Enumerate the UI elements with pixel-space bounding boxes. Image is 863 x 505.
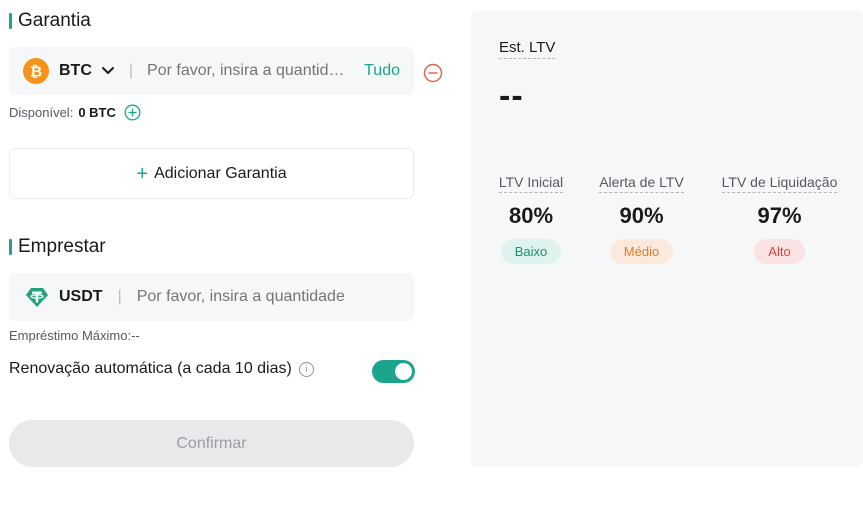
borrow-amount-input[interactable]: [136, 288, 400, 306]
ltv-alert-column: Alerta de LTV 90% Médio: [598, 174, 685, 264]
plus-circle-icon[interactable]: [124, 104, 141, 121]
available-label: Disponível:: [9, 105, 74, 120]
est-ltv-value: --: [499, 77, 524, 115]
max-loan-value: --: [131, 328, 140, 343]
ltv-liquidation-label[interactable]: LTV de Liquidação: [721, 174, 838, 193]
add-collateral-button[interactable]: + Adicionar Garantia: [9, 148, 414, 199]
auto-renew-label: Renovação automática (a cada 10 dias): [9, 360, 292, 377]
section-accent-bar: [9, 239, 12, 255]
section-accent-bar: [9, 13, 12, 29]
usdt-coin-icon: [25, 285, 49, 309]
collateral-input-row: ₿ BTC | Tudo: [9, 47, 414, 95]
max-button[interactable]: Tudo: [364, 62, 400, 80]
ltv-alert-label[interactable]: Alerta de LTV: [599, 174, 684, 193]
minus-circle-icon[interactable]: [423, 63, 443, 83]
confirm-button[interactable]: Confirmar: [9, 420, 414, 467]
ltv-liquidation-badge: Alto: [754, 239, 805, 264]
svg-text:₿: ₿: [30, 63, 42, 81]
collateral-amount-input[interactable]: [147, 62, 353, 80]
ltv-initial-value: 80%: [508, 203, 554, 228]
info-icon[interactable]: i: [298, 361, 314, 377]
borrow-section-title: Emprestar: [9, 236, 106, 258]
auto-renew-toggle[interactable]: [372, 360, 415, 383]
ltv-initial-badge: Baixo: [500, 239, 562, 264]
plus-icon: +: [136, 162, 149, 185]
ltv-initial-label[interactable]: LTV Inicial: [498, 174, 564, 193]
available-value: 0 BTC: [78, 105, 116, 120]
ltv-initial-column: LTV Inicial 80% Baixo: [498, 174, 564, 264]
ltv-liquidation-column: LTV de Liquidação 97% Alto: [720, 174, 839, 264]
ltv-alert-value: 90%: [619, 203, 664, 228]
collateral-coin-selector[interactable]: BTC: [59, 62, 115, 80]
borrow-input-row: USDT |: [9, 273, 414, 321]
max-loan: Empréstimo Máximo: --: [9, 328, 140, 343]
ltv-liquidation-value: 97%: [757, 203, 802, 228]
chevron-down-icon: [101, 66, 115, 76]
btc-coin-icon: ₿: [23, 58, 49, 84]
add-collateral-label: Adicionar Garantia: [154, 164, 287, 182]
borrow-title: Emprestar: [18, 236, 106, 257]
max-loan-label: Empréstimo Máximo:: [9, 328, 132, 343]
toggle-knob: [395, 363, 412, 380]
collateral-title: Garantia: [18, 10, 91, 31]
auto-renew-row: Renovação automática (a cada 10 dias) i: [9, 360, 314, 378]
borrow-coin-name: USDT: [59, 288, 103, 305]
divider: |: [117, 288, 122, 305]
ltv-alert-badge: Médio: [609, 239, 674, 264]
available-balance: Disponível: 0 BTC: [9, 104, 141, 121]
collateral-coin-name: BTC: [59, 62, 92, 79]
divider: |: [128, 62, 134, 79]
collateral-section-title: Garantia: [9, 10, 91, 32]
est-ltv-label[interactable]: Est. LTV: [499, 39, 556, 59]
ltv-panel: Est. LTV -- LTV Inicial 80% Baixo Alerta…: [471, 11, 863, 467]
